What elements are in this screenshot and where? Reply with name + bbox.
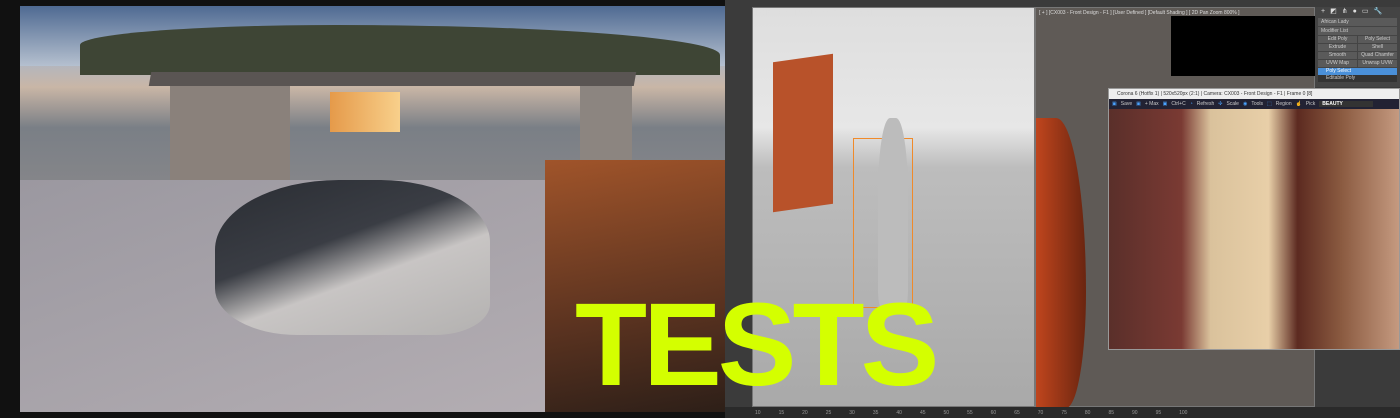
object-name-field[interactable]: African Lady	[1318, 18, 1397, 26]
modify-icon[interactable]: ◩	[1330, 8, 1337, 16]
modifier-button[interactable]: Poly Select	[1358, 36, 1397, 43]
scale-icon: ✣	[1218, 101, 1223, 107]
tick: 65	[1014, 409, 1020, 416]
orange-wall	[773, 53, 833, 213]
tick: 75	[1061, 409, 1067, 416]
create-icon[interactable]: +	[1321, 8, 1325, 16]
corona-vfb-window: Corona 6 (Hotfix 1) | 520x520px (2:1) | …	[1108, 88, 1400, 350]
lit-interior	[330, 92, 400, 132]
pick-button[interactable]: Pick	[1306, 101, 1315, 107]
save-icon: ▣	[1112, 101, 1117, 107]
max-icon: ▣	[1136, 101, 1141, 107]
modifier-button[interactable]: Edit Poly	[1318, 36, 1357, 43]
copy-button[interactable]: Ctrl+C	[1171, 101, 1185, 107]
vfb-title: Corona 6 (Hotfix 1) | 520x520px (2:1) | …	[1109, 89, 1399, 99]
display-icon[interactable]: ▭	[1362, 8, 1369, 16]
region-button[interactable]: Region	[1276, 101, 1292, 107]
tick: 100	[1179, 409, 1188, 416]
modifier-button[interactable]: Smooth	[1318, 52, 1357, 59]
tick: 85	[1108, 409, 1114, 416]
modifier-button[interactable]: Extrude	[1318, 44, 1357, 51]
modifier-button[interactable]: Quad Chamfer	[1358, 52, 1397, 59]
region-icon: ⬚	[1267, 101, 1272, 107]
modifier-list-dropdown[interactable]: Modifier List	[1318, 27, 1397, 35]
vfb-render-image	[1109, 109, 1399, 349]
modifier-button[interactable]: Unwrap UVW	[1358, 60, 1397, 67]
render-region	[1171, 16, 1316, 76]
vfb-toolbar: ▣ Save ▣ + Max ▣ Ctrl+C ◔ Refresh ✣ Scale ◉ To…	[1109, 99, 1399, 109]
tick: 55	[967, 409, 973, 416]
stack-item[interactable]: Poly Select	[1318, 68, 1397, 75]
overlay-title: TESTS	[575, 279, 939, 411]
refresh-button[interactable]: Refresh	[1197, 101, 1215, 107]
tick: 50	[943, 409, 950, 416]
pavilion-wall	[170, 84, 290, 180]
tick: 90	[1132, 409, 1138, 416]
modifier-button[interactable]: Shell	[1358, 44, 1397, 51]
tick: 70	[1037, 409, 1044, 416]
max-button[interactable]: + Max	[1145, 101, 1159, 107]
command-panel: + ◩ ⋔ ● ▭ 🔧 African Lady Modifier List Edit P…	[1315, 7, 1400, 87]
stack-item[interactable]: Editable Poly	[1318, 75, 1397, 82]
modifier-button[interactable]: UVW Map	[1318, 60, 1357, 67]
tick: 80	[1084, 409, 1091, 416]
copy-icon: ▣	[1162, 101, 1168, 107]
pick-icon: ☝	[1295, 101, 1302, 107]
car	[215, 180, 490, 335]
utilities-icon[interactable]: 🔧	[1373, 8, 1382, 16]
tools-icon: ◉	[1242, 101, 1248, 107]
motion-icon[interactable]: ●	[1353, 8, 1357, 16]
refresh-icon: ◔	[1189, 101, 1193, 107]
tick: 95	[1155, 409, 1162, 416]
car-model	[1036, 118, 1086, 408]
tools-button[interactable]: Tools	[1251, 101, 1263, 107]
viewport-label[interactable]: [ + ] [CX003 - Front Design - F1 ] [User…	[1039, 10, 1240, 16]
hierarchy-icon[interactable]: ⋔	[1342, 8, 1348, 16]
modifier-stack: Poly Select Editable Poly	[1318, 68, 1397, 82]
command-tabs[interactable]: + ◩ ⋔ ● ▭ 🔧	[1315, 7, 1400, 17]
viewport-label[interactable]: [ + ] [Perspective ] [User Defined ] [De…	[756, 10, 872, 16]
channel-dropdown[interactable]: BEAUTY	[1319, 101, 1373, 107]
tick: 60	[990, 409, 997, 416]
pavilion-roof	[148, 72, 637, 86]
scale-button[interactable]: Scale	[1226, 101, 1239, 107]
save-button[interactable]: Save	[1121, 101, 1132, 107]
